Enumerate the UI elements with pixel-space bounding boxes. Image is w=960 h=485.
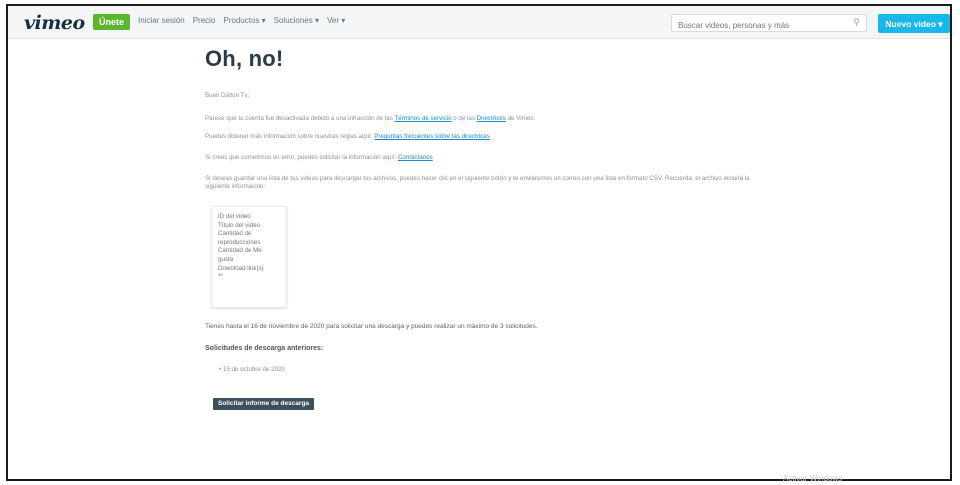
paragraph-deadline: Tienes hasta el 16 de noviembre de 2020 … xyxy=(205,323,538,330)
contact-link[interactable]: Contáctanos xyxy=(398,154,433,161)
field-item: Download link(s) xyxy=(218,264,264,272)
paragraph-text: Si crees que cometimos un error, puedes … xyxy=(205,154,398,161)
paragraph-text: Puedes obtener más información sobre nue… xyxy=(205,133,375,140)
request-download-button[interactable]: Solicitar informe de descarga xyxy=(213,398,315,410)
search-box: ⚲ xyxy=(671,14,867,34)
paragraph-text: de Vimeo. xyxy=(505,115,536,122)
paragraph-text: Parece que tu cuenta fue desactivada deb… xyxy=(205,115,395,122)
nav-login[interactable]: Iniciar sesión xyxy=(138,16,185,25)
field-item: gusta xyxy=(218,255,234,263)
csv-fields-box: ID del video Título del video Cantidad d… xyxy=(211,206,287,308)
previous-requests-title: Solicitudes de descarga anteriores: xyxy=(205,345,324,352)
page-title: Oh, no! xyxy=(205,46,284,71)
field-item: Título del video xyxy=(218,221,260,229)
field-item: ** xyxy=(218,273,223,281)
new-video-button[interactable]: Nuevo video ▾ xyxy=(878,14,950,33)
nav-pricing[interactable]: Precio xyxy=(193,16,216,25)
search-input[interactable] xyxy=(672,17,854,34)
top-navigation-bar: vimeo Únete Iniciar sesión Precio Produc… xyxy=(8,6,950,39)
main-nav: Iniciar sesión Precio Productos ▾ Soluci… xyxy=(138,16,345,25)
windows-activation-watermark: Activar Windows xyxy=(783,474,843,483)
join-button[interactable]: Únete xyxy=(93,14,131,30)
paragraph-rules: Puedes obtener más información sobre nue… xyxy=(205,133,490,141)
field-item: Cantidad de xyxy=(218,230,252,238)
paragraph-text: o de las xyxy=(451,115,477,122)
nav-products[interactable]: Productos ▾ xyxy=(223,16,265,25)
field-item: reproducciones xyxy=(218,238,261,246)
main-content: Oh, no! Buen Dalton Tv: Parece que tu cu… xyxy=(205,46,765,410)
terms-of-service-link[interactable]: Términos de servicio xyxy=(394,115,451,122)
field-item: ID del video xyxy=(218,213,251,220)
guidelines-faq-link[interactable]: Preguntas frecuentes sobre las directric… xyxy=(374,133,490,140)
previous-request-date: 15 de octubre de 2020 xyxy=(222,366,285,373)
paragraph-download-info: Si deseas guardar una lista de tus video… xyxy=(205,175,750,190)
search-icon[interactable]: ⚲ xyxy=(853,17,860,28)
nav-watch[interactable]: Ver ▾ xyxy=(327,16,345,25)
greeting: Buen Dalton Tv: xyxy=(205,92,250,99)
paragraph-contact: Si crees que cometimos un error, puedes … xyxy=(205,154,433,162)
previous-request-item: • 15 de octubre de 2020 xyxy=(219,366,285,373)
field-item: Cantidad de Me xyxy=(218,247,262,255)
guidelines-link[interactable]: Directrices xyxy=(477,115,506,122)
paragraph-deactivated: Parece que tu cuenta fue desactivada deb… xyxy=(205,115,535,123)
browser-frame: vimeo Únete Iniciar sesión Precio Produc… xyxy=(6,4,952,483)
vimeo-logo[interactable]: vimeo xyxy=(24,12,85,34)
nav-solutions[interactable]: Soluciones ▾ xyxy=(274,16,319,25)
